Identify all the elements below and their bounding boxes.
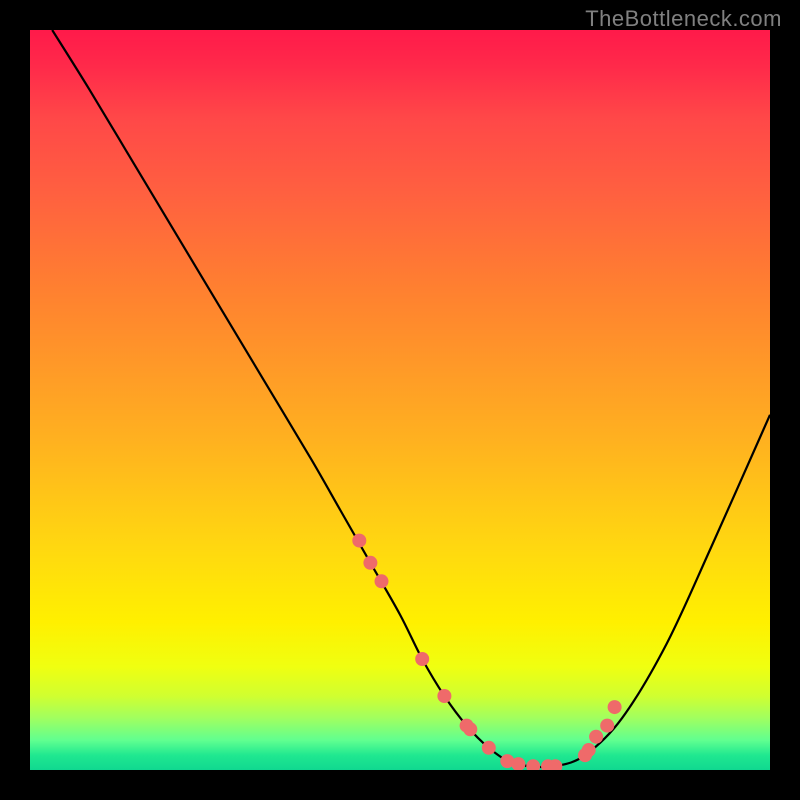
highlight-dot xyxy=(437,689,451,703)
highlight-dot xyxy=(582,743,596,757)
plot-area xyxy=(30,30,770,770)
highlight-dot xyxy=(415,652,429,666)
highlight-dot xyxy=(363,556,377,570)
highlight-dot xyxy=(352,534,366,548)
chart-svg xyxy=(30,30,770,770)
highlight-dot xyxy=(463,722,477,736)
chart-container: TheBottleneck.com xyxy=(0,0,800,800)
highlight-dot xyxy=(482,741,496,755)
highlight-dot xyxy=(526,759,540,770)
highlight-dot xyxy=(608,700,622,714)
watermark-text: TheBottleneck.com xyxy=(585,6,782,32)
highlight-dots xyxy=(352,534,621,770)
highlight-dot xyxy=(600,719,614,733)
highlight-dot xyxy=(589,730,603,744)
highlight-dot xyxy=(375,574,389,588)
bottleneck-curve xyxy=(52,30,770,767)
